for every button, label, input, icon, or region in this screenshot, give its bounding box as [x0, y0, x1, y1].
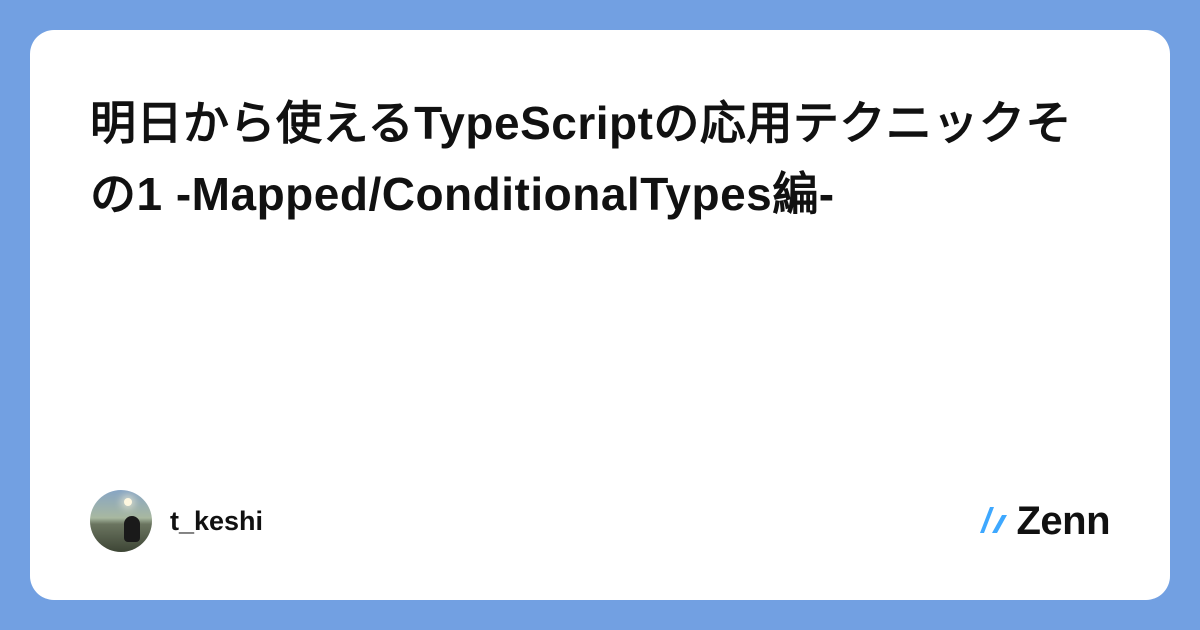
article-title: 明日から使えるTypeScriptの応用テクニックその1 -Mapped/Con… [90, 88, 1110, 231]
og-card: 明日から使えるTypeScriptの応用テクニックその1 -Mapped/Con… [30, 30, 1170, 600]
author-block: t_keshi [90, 490, 263, 552]
brand-name: Zenn [1016, 499, 1110, 544]
card-footer: t_keshi Zenn [90, 490, 1110, 552]
author-username: t_keshi [170, 506, 263, 537]
avatar [90, 490, 152, 552]
brand-logo: Zenn [976, 499, 1110, 544]
zenn-logo-icon [976, 503, 1012, 539]
